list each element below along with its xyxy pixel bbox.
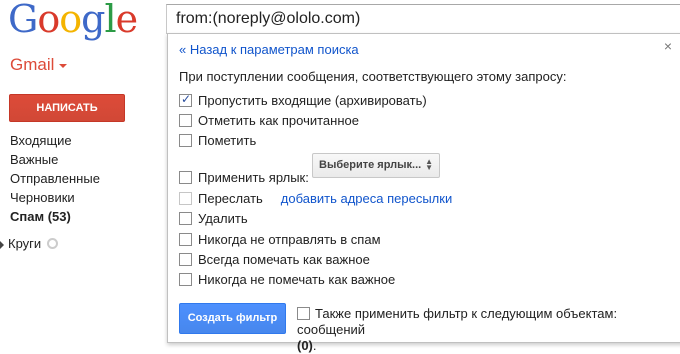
create-filter-button[interactable]: Создать фильтр	[179, 303, 286, 334]
search-box	[166, 4, 680, 34]
apply-label-label[interactable]: Применить ярлык:	[198, 170, 309, 185]
compose-button[interactable]: НАПИСАТЬ	[9, 94, 125, 122]
delete-label[interactable]: Удалить	[198, 211, 248, 226]
expand-arrow-icon[interactable]	[0, 240, 4, 249]
never-important-label[interactable]: Никогда не помечать как важное	[198, 272, 395, 287]
delete-checkbox[interactable]	[179, 212, 192, 226]
folder-list: Входящие Важные Отправленные Черновики С…	[10, 131, 100, 226]
also-apply-checkbox[interactable]	[297, 307, 310, 321]
circles-icon	[47, 238, 59, 250]
back-to-search-link[interactable]: « Назад к параметрам поиска	[179, 42, 359, 57]
nav-inbox[interactable]: Входящие	[10, 131, 100, 150]
google-logo[interactable]: Google	[8, 0, 138, 42]
gmail-menu[interactable]: Gmail	[10, 55, 68, 75]
option-delete: Удалить	[179, 210, 248, 227]
filter-intro-text: При поступлении сообщения, соответствующ…	[179, 69, 567, 84]
nav-spam[interactable]: Спам (53)	[10, 207, 100, 226]
option-skip-inbox: ✓ Пропустить входящие (архивировать)	[179, 92, 427, 109]
option-star: Пометить	[179, 132, 256, 149]
logo-letter: l	[104, 0, 116, 41]
always-important-label[interactable]: Всегда помечать как важное	[198, 252, 370, 267]
also-apply-label[interactable]: Также применить фильтр к следующим объек…	[297, 306, 617, 337]
never-spam-checkbox[interactable]	[179, 233, 192, 247]
mark-read-checkbox[interactable]	[179, 114, 192, 128]
never-important-checkbox[interactable]	[179, 273, 192, 287]
nav-drafts[interactable]: Черновики	[10, 188, 100, 207]
option-always-important: Всегда помечать как важное	[179, 251, 370, 268]
option-never-spam: Никогда не отправлять в спам	[179, 231, 381, 248]
logo-letter: e	[115, 0, 138, 41]
gmail-label: Gmail	[10, 55, 55, 74]
logo-letter: G	[8, 0, 38, 41]
star-label[interactable]: Пометить	[198, 133, 256, 148]
also-apply-option: Также применить фильтр к следующим объек…	[297, 306, 677, 354]
close-icon[interactable]: ×	[661, 38, 675, 54]
always-important-checkbox[interactable]	[179, 253, 192, 267]
forward-label: Переслать	[198, 191, 263, 206]
apply-label-checkbox[interactable]	[179, 171, 192, 185]
nav-circles[interactable]: Круги	[0, 234, 59, 254]
logo-letter: o	[37, 0, 60, 41]
option-apply-label: Применить ярлык:	[179, 169, 309, 186]
checkmark-icon: ✓	[181, 92, 192, 107]
option-never-important: Никогда не помечать как важное	[179, 271, 395, 288]
add-forwarding-address-link[interactable]: добавить адреса пересылки	[281, 191, 452, 206]
skip-inbox-checkbox[interactable]: ✓	[179, 92, 192, 108]
option-mark-read: Отметить как прочитанное	[179, 112, 359, 129]
forward-checkbox[interactable]	[179, 192, 192, 206]
logo-letter: o	[59, 0, 82, 41]
label-select-value: Выберите ярлык...	[319, 159, 422, 171]
circles-label: Круги	[8, 236, 42, 251]
option-forward: Переслать добавить адреса пересылки	[179, 190, 452, 207]
chevron-down-icon	[59, 63, 68, 68]
nav-important[interactable]: Важные	[10, 150, 100, 169]
filter-panel: « Назад к параметрам поиска × При поступ…	[167, 33, 680, 353]
search-input[interactable]	[167, 5, 680, 33]
nav-sent[interactable]: Отправленные	[10, 169, 100, 188]
logo-letter: g	[81, 0, 105, 41]
skip-inbox-label[interactable]: Пропустить входящие (архивировать)	[198, 93, 427, 108]
select-arrows-icon: ▲ ▼	[425, 157, 433, 172]
star-checkbox[interactable]	[179, 134, 192, 148]
never-spam-label[interactable]: Никогда не отправлять в спам	[198, 232, 381, 247]
label-select-dropdown[interactable]: Выберите ярлык... ▲ ▼	[312, 153, 440, 178]
also-apply-period: .	[312, 338, 317, 353]
matching-count: (0)	[297, 338, 313, 353]
mark-read-label[interactable]: Отметить как прочитанное	[198, 113, 359, 128]
